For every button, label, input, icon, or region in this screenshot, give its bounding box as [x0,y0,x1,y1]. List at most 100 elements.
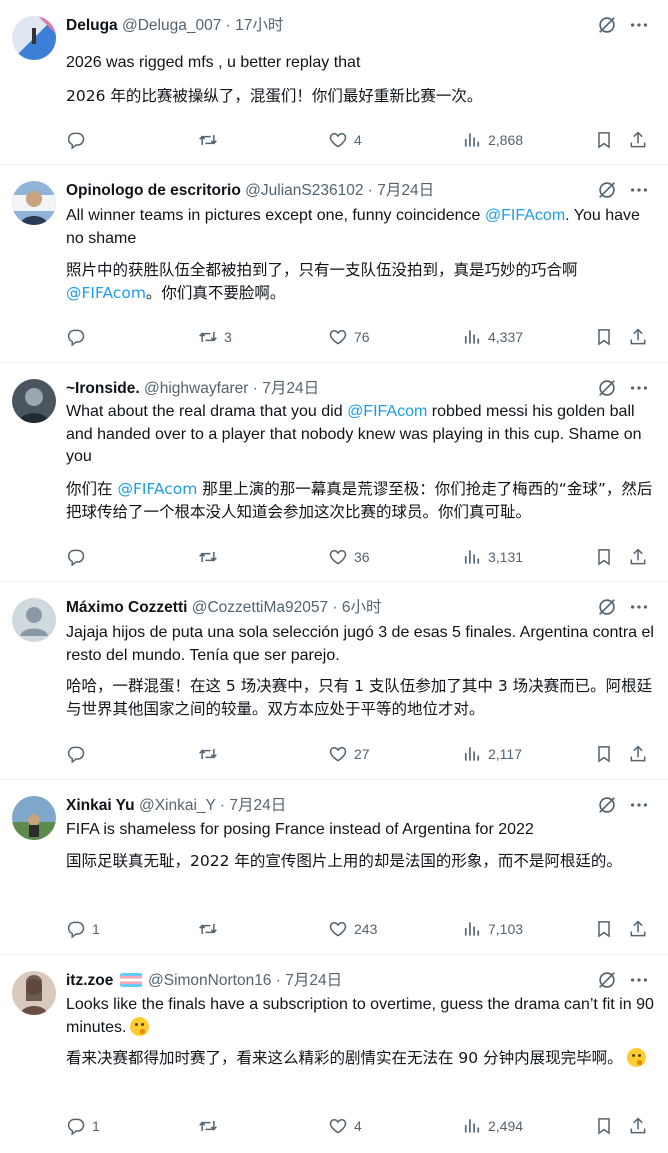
views-button[interactable]: 2,494 [462,1114,523,1138]
view-count: 2,868 [488,132,524,148]
text-part: 你们在 [66,480,118,498]
action-bar: 27 2,117 [66,742,656,766]
reply-button[interactable] [66,742,92,766]
tweet[interactable]: Máximo Cozzetti @CozzettiMa92057 · 6小时 J… [0,582,668,780]
separator: · [215,797,230,814]
display-name[interactable]: Xinkai Yu [66,797,135,814]
share-button[interactable] [628,545,648,569]
share-button[interactable] [628,128,648,152]
retweet-button[interactable] [198,1114,224,1138]
bookmark-button[interactable] [594,325,614,349]
tweet[interactable]: Opinologo de escritorio @JulianS236102 ·… [0,165,668,363]
more-icon[interactable] [628,596,650,618]
retweet-button[interactable] [198,545,224,569]
bookmark-button[interactable] [594,1114,614,1138]
display-name[interactable]: ~Ironside. [66,380,140,397]
avatar[interactable] [12,16,56,60]
bookmark-button[interactable] [594,917,614,941]
views-button[interactable]: 3,131 [462,545,523,569]
display-name[interactable]: Opinologo de escritorio [66,182,241,199]
views-icon [462,744,482,764]
reply-button[interactable]: 1 [66,1114,100,1138]
retweet-button[interactable] [198,128,224,152]
timestamp[interactable]: 17小时 [235,17,283,34]
tweet[interactable]: itz.zoe @SimonNorton16 · 7月24日 Looks lik… [0,955,668,1153]
retweet-button[interactable] [198,917,224,941]
retweet-button[interactable] [198,742,224,766]
grok-icon[interactable] [596,14,618,36]
timestamp[interactable]: 6小时 [342,599,382,616]
share-button[interactable] [628,742,648,766]
text-part: 看来决赛都得加时赛了，看来这么精彩的剧情实在无法在 90 分钟内展现完毕啊。 [66,1049,623,1067]
grok-icon[interactable] [596,377,618,399]
tweet[interactable]: Deluga @Deluga_007 · 17小时 2026 was rigge… [0,0,668,165]
views-button[interactable]: 2,117 [462,742,522,766]
like-button[interactable]: 76 [328,325,370,349]
reply-button[interactable] [66,128,92,152]
handle[interactable]: @JulianS236102 [245,182,363,199]
tweet-text: All winner teams in pictures except one,… [66,205,654,250]
more-icon[interactable] [628,179,650,201]
tweet[interactable]: Xinkai Yu @Xinkai_Y · 7月24日 FIFA is sham… [0,780,668,955]
view-count: 2,117 [488,746,522,762]
handle[interactable]: @CozzettiMa92057 [192,599,328,616]
avatar[interactable] [12,379,56,423]
avatar[interactable] [12,598,56,642]
bookmark-icon [594,327,614,347]
like-button[interactable]: 36 [328,545,370,569]
handle[interactable]: @Deluga_007 [122,17,221,34]
views-button[interactable]: 4,337 [462,325,523,349]
timestamp[interactable]: 7月24日 [285,972,342,989]
bookmark-button[interactable] [594,128,614,152]
grok-icon[interactable] [596,179,618,201]
more-icon[interactable] [628,377,650,399]
reply-button[interactable] [66,545,92,569]
bookmark-button[interactable] [594,742,614,766]
handle[interactable]: @Xinkai_Y [139,797,216,814]
like-button[interactable]: 27 [328,742,370,766]
display-name[interactable]: Deluga [66,17,118,34]
reply-button[interactable]: 1 [66,917,100,941]
handle[interactable]: @highwayfarer [144,380,248,397]
timestamp[interactable]: 7月24日 [377,182,434,199]
grok-icon[interactable] [596,969,618,991]
timestamp[interactable]: 7月24日 [229,797,286,814]
handle[interactable]: @SimonNorton16 [148,972,271,989]
bookmark-icon [594,547,614,567]
mention-link[interactable]: @FIFAcom [66,284,146,302]
view-count: 2,494 [488,1118,524,1134]
more-icon[interactable] [628,969,650,991]
share-button[interactable] [628,917,648,941]
mention-link[interactable]: @FIFAcom [117,480,197,498]
like-button[interactable]: 243 [328,917,377,941]
views-button[interactable]: 7,103 [462,917,523,941]
more-icon[interactable] [628,794,650,816]
mention-link[interactable]: @FIFAcom [485,207,565,224]
like-button[interactable]: 4 [328,1114,362,1138]
grok-icon[interactable] [596,794,618,816]
views-button[interactable]: 2,868 [462,128,523,152]
display-name[interactable]: itz.zoe [66,972,113,989]
avatar[interactable] [12,971,56,1015]
reply-button[interactable] [66,325,92,349]
avatar[interactable] [12,181,56,225]
share-button[interactable] [628,325,648,349]
like-button[interactable]: 4 [328,128,362,152]
separator: · [363,182,378,199]
tweet[interactable]: ~Ironside. @highwayfarer · 7月24日 What ab… [0,363,668,582]
view-count: 3,131 [488,549,524,565]
tweet-text: What about the real drama that you did @… [66,401,654,469]
more-icon[interactable] [628,14,650,36]
bookmark-button[interactable] [594,545,614,569]
display-name[interactable]: Máximo Cozzetti [66,599,187,616]
share-icon [628,744,648,764]
share-button[interactable] [628,1114,648,1138]
timestamp[interactable]: 7月24日 [262,380,319,397]
mention-link[interactable]: @FIFAcom [347,403,427,420]
reply-icon [66,547,86,567]
grok-icon[interactable] [596,596,618,618]
view-count: 7,103 [488,921,524,937]
avatar[interactable] [12,796,56,840]
retweet-button[interactable]: 3 [198,325,232,349]
like-count: 4 [354,132,362,148]
